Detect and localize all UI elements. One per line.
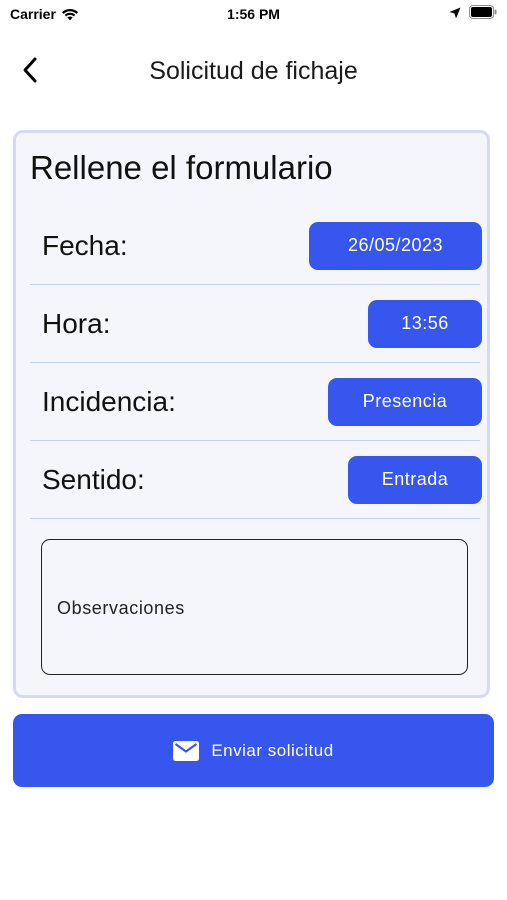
page-title: Solicitud de fichaje <box>149 57 358 85</box>
status-bar: Carrier 1:56 PM <box>0 0 507 30</box>
battery-icon <box>469 5 497 19</box>
date-label: Fecha: <box>42 229 128 261</box>
send-request-button[interactable]: Enviar solicitud <box>13 714 494 787</box>
incident-row: Incidencia: Presencia <box>30 363 482 441</box>
form-card: Rellene el formulario Fecha: 26/05/2023 … <box>13 130 490 698</box>
status-indicators <box>449 5 497 19</box>
observations-placeholder: Observaciones <box>57 598 185 618</box>
status-time: 1:56 PM <box>227 6 280 22</box>
incident-label: Incidencia: <box>42 385 176 417</box>
direction-label: Sentido: <box>42 463 145 495</box>
time-row: Hora: 13:56 <box>30 285 482 363</box>
direction-select-button[interactable]: Entrada <box>348 455 482 504</box>
mail-icon <box>173 740 200 761</box>
incident-select-button[interactable]: Presencia <box>328 377 482 426</box>
time-picker-button[interactable]: 13:56 <box>368 299 482 348</box>
send-request-label: Enviar solicitud <box>211 740 334 760</box>
date-row: Fecha: 26/05/2023 <box>30 207 482 285</box>
direction-row: Sentido: Entrada <box>30 441 482 519</box>
form-heading: Rellene el formulario <box>30 149 333 186</box>
observations-field[interactable]: Observaciones <box>41 539 468 675</box>
navigation-bar: Solicitud de fichaje <box>0 50 507 94</box>
date-picker-button[interactable]: 26/05/2023 <box>309 221 482 270</box>
location-arrow-icon <box>449 6 461 19</box>
time-label: Hora: <box>42 307 111 339</box>
